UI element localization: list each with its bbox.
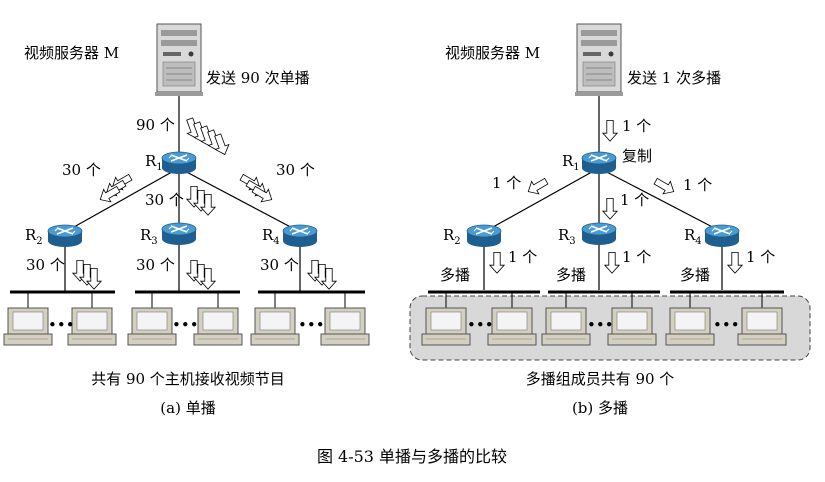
ellipsis: ••• <box>172 316 199 334</box>
computer-icon <box>737 307 787 346</box>
router-label-r2: R2 <box>25 226 43 247</box>
count-lan3-unicast: 30 个 <box>260 256 299 274</box>
video-server-icon <box>574 23 624 97</box>
count-lan1-multicast: 1 个 <box>508 248 537 266</box>
unicast-multicast-diagram: 视频服务器 M 发送 90 次单播 90 个 30 个 30 个 30 个 30… <box>3 23 811 466</box>
count-mid-unicast: 30 个 <box>145 191 184 209</box>
computer-icon <box>3 307 53 346</box>
arrow-icon <box>651 174 678 199</box>
router-icon <box>47 224 83 248</box>
ellipsis: ••• <box>467 316 494 334</box>
router-label-r1: R1 <box>145 152 163 173</box>
count-top-multicast: 1 个 <box>622 117 651 135</box>
arrow-icon <box>602 120 618 142</box>
arrow-icon <box>604 251 620 274</box>
caption-multicast: (b) 多播 <box>572 399 628 417</box>
count-lan2-multicast: 1 个 <box>622 248 651 266</box>
ellipsis: ••• <box>713 316 740 334</box>
router-icon <box>282 224 318 248</box>
computer-icon <box>421 307 471 346</box>
unicast-panel: 视频服务器 M 发送 90 次单播 90 个 30 个 30 个 30 个 30… <box>3 23 370 417</box>
arrow-icon <box>489 251 505 274</box>
router-label-r4: R4 <box>262 226 280 247</box>
router-icon <box>161 222 197 246</box>
computer-icon <box>607 307 657 346</box>
computer-icon <box>67 307 117 346</box>
arrow-icon <box>524 174 551 199</box>
video-server-icon <box>154 23 204 97</box>
unicast-arrows-lan2 <box>186 259 216 290</box>
computer-icon <box>320 307 370 346</box>
copy-label: 复制 <box>622 147 652 165</box>
count-lan3-multicast: 1 个 <box>746 248 775 266</box>
count-right-unicast: 30 个 <box>276 161 315 179</box>
count-top-unicast: 90 个 <box>136 116 175 134</box>
multicast-panel: 视频服务器 M 发送 1 次多播 1 个 复制 1 个 1 个 1 个 1 个 … <box>409 23 811 417</box>
unicast-arrows-lan1 <box>72 259 102 290</box>
ellipsis: ••• <box>298 316 325 334</box>
server-action-unicast: 发送 90 次单播 <box>206 69 310 87</box>
router-label-r3: R3 <box>140 226 158 247</box>
router-label-r1: R1 <box>562 152 580 173</box>
multicast-label-lan1: 多播 <box>440 266 470 284</box>
computer-icon <box>250 307 300 346</box>
router-icon <box>466 224 502 248</box>
count-lan1-unicast: 30 个 <box>26 256 65 274</box>
unicast-arrows-left <box>96 170 135 207</box>
multicast-label-lan2: 多播 <box>556 266 586 284</box>
multicast-label-lan3: 多播 <box>680 266 710 284</box>
unicast-arrows-mid <box>186 185 216 216</box>
computer-icon <box>541 307 591 346</box>
unicast-arrows-lan3 <box>307 259 337 290</box>
computer-icon <box>487 307 537 346</box>
count-right-multicast: 1 个 <box>683 176 712 194</box>
ellipsis: ••• <box>48 316 75 334</box>
ellipsis: ••• <box>587 316 614 334</box>
router-icon <box>581 222 617 246</box>
router-icon <box>704 224 740 248</box>
arrow-icon <box>727 251 743 274</box>
count-left-unicast: 30 个 <box>62 161 101 179</box>
arrow-icon <box>602 197 618 220</box>
computer-icon <box>193 307 243 346</box>
router-icon <box>161 151 197 175</box>
server-action-multicast: 发送 1 次多播 <box>627 69 721 87</box>
count-lan2-unicast: 30 个 <box>136 256 175 274</box>
router-label-r2: R2 <box>443 226 461 247</box>
summary-multicast: 多播组成员共有 90 个 <box>526 370 675 388</box>
router-icon <box>581 151 617 175</box>
unicast-arrows-right <box>237 170 276 207</box>
unicast-arrows-top <box>182 116 232 158</box>
server-label-multicast: 视频服务器 M <box>445 44 540 62</box>
caption-unicast: (a) 单播 <box>160 399 215 417</box>
computer-icon <box>127 307 177 346</box>
server-label-unicast: 视频服务器 M <box>24 44 119 62</box>
router-label-r3: R3 <box>558 226 576 247</box>
figure-caption: 图 4-53 单播与多播的比较 <box>317 447 507 466</box>
count-left-multicast: 1 个 <box>492 174 521 192</box>
computer-icon <box>665 307 715 346</box>
count-mid-multicast: 1 个 <box>620 191 649 209</box>
router-label-r4: R4 <box>684 226 702 247</box>
summary-unicast: 共有 90 个主机接收视频节目 <box>91 370 285 388</box>
